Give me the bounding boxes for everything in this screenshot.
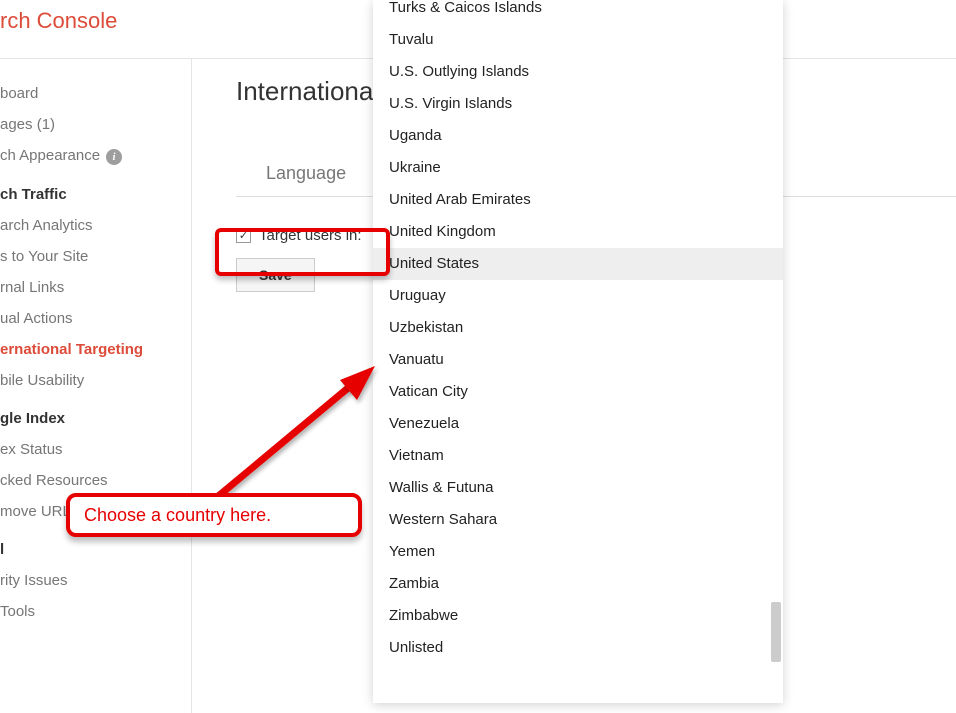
country-dropdown[interactable]: Turks & Caicos IslandsTuvaluU.S. Outlyin… (373, 0, 783, 703)
save-button[interactable]: Save (236, 258, 315, 292)
tab-language[interactable]: Language (236, 153, 376, 194)
country-option[interactable]: Venezuela (373, 408, 783, 440)
annotation-callout: Choose a country here. (66, 493, 362, 537)
sidebar-item[interactable]: rity Issues (0, 565, 191, 596)
country-option[interactable]: U.S. Outlying Islands (373, 56, 783, 88)
sidebar-item[interactable]: ex Status (0, 434, 191, 465)
country-option[interactable]: Uruguay (373, 280, 783, 312)
country-option[interactable]: Turks & Caicos Islands (373, 0, 783, 24)
sidebar-item[interactable]: cked Resources (0, 465, 191, 496)
sidebar-item[interactable]: board (0, 78, 191, 109)
sidebar-item[interactable]: s to Your Site (0, 241, 191, 272)
sidebar-item[interactable]: bile Usability (0, 365, 191, 396)
country-option[interactable]: Tuvalu (373, 24, 783, 56)
country-option[interactable]: Zimbabwe (373, 600, 783, 632)
sidebar-item[interactable]: Tools (0, 596, 191, 627)
country-option[interactable]: Ukraine (373, 152, 783, 184)
info-icon[interactable]: i (106, 149, 122, 165)
country-option[interactable]: Yemen (373, 536, 783, 568)
country-option[interactable]: Vanuatu (373, 344, 783, 376)
country-option[interactable]: Uganda (373, 120, 783, 152)
target-users-label: Target users in: (259, 227, 362, 244)
dropdown-scrollbar[interactable] (771, 602, 781, 662)
sidebar-item[interactable]: arch Analytics (0, 210, 191, 241)
country-option[interactable]: U.S. Virgin Islands (373, 88, 783, 120)
country-option[interactable]: United Arab Emirates (373, 184, 783, 216)
country-option[interactable]: Vietnam (373, 440, 783, 472)
annotation-callout-text: Choose a country here. (84, 505, 271, 526)
sidebar-section: ch Traffic (0, 172, 191, 210)
sidebar-item[interactable]: ch Appearancei (0, 140, 191, 172)
sidebar-item[interactable]: ernational Targeting (0, 334, 191, 365)
sidebar-item[interactable]: rnal Links (0, 272, 191, 303)
country-option[interactable]: Uzbekistan (373, 312, 783, 344)
country-option[interactable]: United States (373, 248, 783, 280)
sidebar-nav: boardages (1)ch Appearanceich Trafficarc… (0, 58, 192, 713)
country-option[interactable]: Wallis & Futuna (373, 472, 783, 504)
sidebar-section: gle Index (0, 396, 191, 434)
country-option[interactable]: United Kingdom (373, 216, 783, 248)
target-users-checkbox[interactable]: ✓ (236, 228, 251, 243)
country-option[interactable]: Zambia (373, 568, 783, 600)
sidebar-item[interactable]: ual Actions (0, 303, 191, 334)
country-option[interactable]: Western Sahara (373, 504, 783, 536)
sidebar-item[interactable]: ages (1) (0, 109, 191, 140)
country-option[interactable]: Unlisted (373, 632, 783, 664)
app-logo: rch Console (0, 8, 117, 34)
country-option[interactable]: Vatican City (373, 376, 783, 408)
